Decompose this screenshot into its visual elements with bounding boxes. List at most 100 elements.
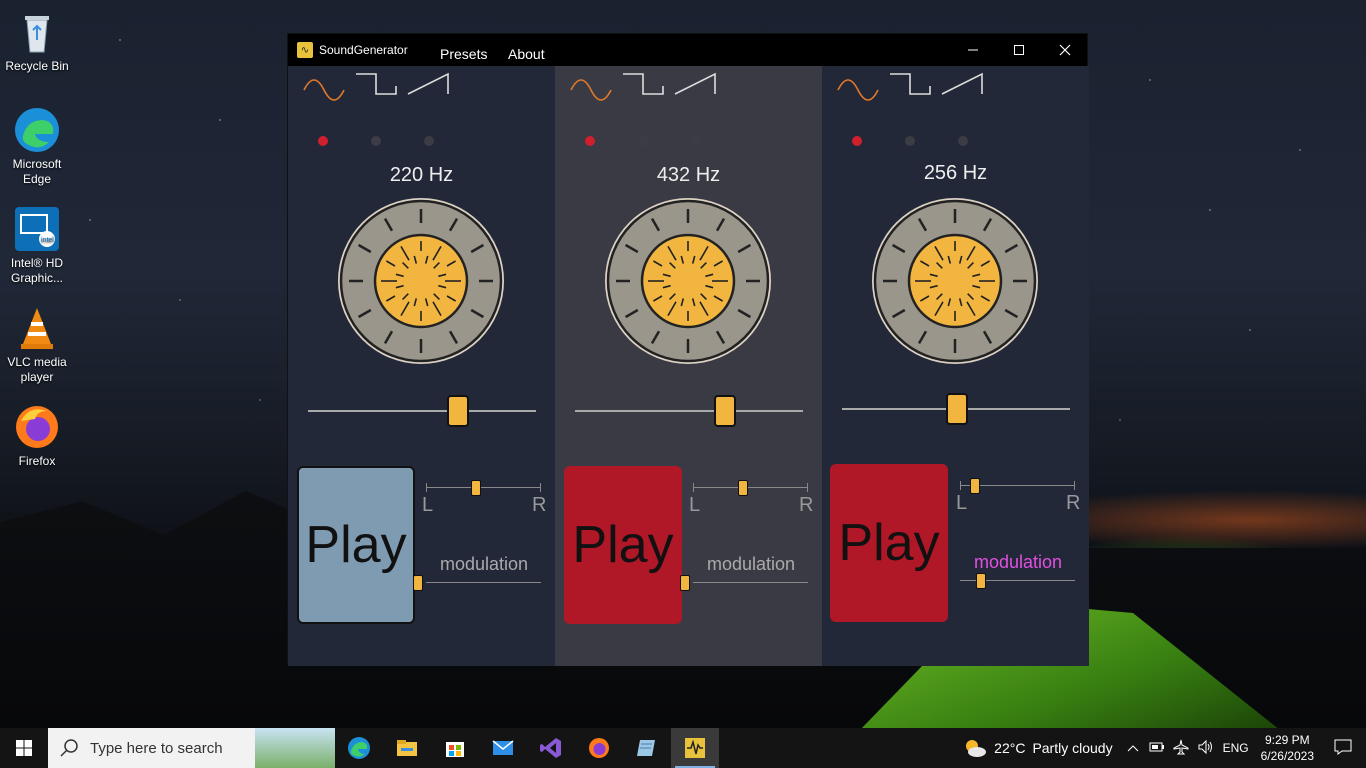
weather-widget[interactable]: 22°C Partly cloudy [962, 737, 1113, 759]
desktop-icon-label: Intel® HD [10, 256, 64, 270]
sine-wave-icon[interactable] [570, 79, 612, 101]
frequency-slider[interactable] [308, 391, 536, 431]
desktop-icon-vlc[interactable]: VLC media player [4, 304, 70, 385]
visual-studio-icon [540, 738, 561, 758]
desktop-icon-intel[interactable]: intel Intel® HD Graphic... [4, 205, 70, 286]
taskbar: Type here to search 22°C Partly cloudy E… [0, 728, 1366, 768]
frequency-knob[interactable] [336, 196, 506, 366]
balance-left-label: L [689, 494, 701, 516]
waveform-saw-indicator [424, 136, 434, 146]
balance-slider[interactable] [693, 468, 808, 508]
modulation-slider-thumb[interactable] [975, 573, 986, 589]
desktop-icon-label: VLC media [7, 355, 67, 369]
generator-panel-3: 256 Hz Play L R modulation [822, 66, 1089, 666]
frequency-slider-thumb[interactable] [446, 395, 469, 427]
play-button[interactable]: Play [830, 464, 948, 622]
soundgenerator-icon: ∿ [297, 42, 313, 58]
waveform-sine-indicator [318, 136, 328, 146]
window-title: SoundGenerator [319, 43, 408, 57]
modulation-slider-thumb[interactable] [680, 575, 690, 591]
generator-panel-1: 220 Hz Play L R modulation [288, 66, 555, 666]
taskbar-search[interactable]: Type here to search [48, 728, 335, 768]
play-button[interactable]: Play [564, 466, 682, 624]
sawtooth-wave-icon[interactable] [407, 72, 449, 95]
mail-icon [492, 740, 514, 755]
balance-slider[interactable] [960, 466, 1075, 506]
sine-wave-icon[interactable] [303, 79, 345, 101]
taskbar-notepad[interactable] [623, 728, 671, 768]
frequency-readout: 256 Hz [923, 162, 988, 184]
square-wave-icon[interactable] [623, 73, 664, 95]
balance-slider[interactable] [426, 468, 541, 508]
edge-icon [13, 106, 61, 154]
volume-icon[interactable] [1197, 739, 1213, 757]
desktop-icon-label: Firefox [18, 454, 56, 468]
minimize-button[interactable] [950, 34, 996, 66]
balance-slider-thumb[interactable] [470, 480, 481, 496]
modulation-slider[interactable] [960, 561, 1075, 601]
frequency-slider-track [575, 410, 803, 412]
waveform-saw-indicator [958, 136, 968, 146]
svg-text:intel: intel [41, 237, 54, 244]
title-bar[interactable]: ∿ SoundGenerator Presets About [288, 34, 1087, 66]
square-wave-icon[interactable] [890, 73, 931, 95]
taskbar-store[interactable] [431, 728, 479, 768]
square-wave-icon[interactable] [356, 73, 397, 95]
partly-cloudy-icon [966, 740, 987, 757]
desktop-icon-edge[interactable]: Microsoft Edge [4, 106, 70, 187]
frequency-slider-thumb[interactable] [713, 395, 736, 427]
balance-slider-track [693, 487, 808, 488]
waveform-selector [300, 68, 460, 108]
file-explorer-icon [397, 740, 417, 756]
taskbar-file-explorer[interactable] [383, 728, 431, 768]
taskbar-edge[interactable] [335, 728, 383, 768]
taskbar-firefox[interactable] [575, 728, 623, 768]
frequency-slider-thumb[interactable] [946, 393, 969, 425]
clock[interactable]: 9:29 PM 6/26/2023 [1261, 732, 1314, 764]
start-button[interactable] [0, 728, 48, 768]
frequency-slider[interactable] [575, 391, 803, 431]
system-tray: 22°C Partly cloudy ENG 9:29 PM 6/26/2023 [962, 728, 1366, 768]
frequency-slider[interactable] [842, 389, 1070, 429]
waveform-sine-indicator [585, 136, 595, 146]
sine-wave-icon[interactable] [837, 79, 879, 101]
language-indicator[interactable]: ENG [1223, 741, 1249, 755]
firefox-icon [13, 403, 61, 451]
sawtooth-wave-icon[interactable] [674, 72, 716, 95]
modulation-slider[interactable] [413, 563, 541, 603]
menu-about[interactable]: About [508, 46, 545, 62]
vlc-icon [13, 304, 61, 352]
play-button[interactable]: Play [297, 466, 415, 624]
windows-icon [16, 740, 32, 756]
notifications-icon[interactable] [1334, 739, 1352, 758]
search-placeholder: Type here to search [90, 739, 223, 757]
balance-right-label: R [1066, 492, 1081, 514]
balance-slider-thumb[interactable] [970, 478, 980, 494]
battery-icon[interactable] [1149, 741, 1165, 756]
frequency-knob[interactable] [870, 196, 1040, 366]
waveform-saw-indicator [691, 136, 701, 146]
frequency-slider-track [308, 410, 536, 412]
taskbar-visual-studio[interactable] [527, 728, 575, 768]
balance-left-label: L [956, 492, 968, 514]
balance-slider-thumb[interactable] [737, 480, 748, 496]
chevron-up-icon[interactable] [1127, 741, 1139, 756]
sawtooth-wave-icon[interactable] [941, 72, 983, 95]
store-icon [446, 742, 464, 757]
frequency-knob[interactable] [603, 196, 773, 366]
airplane-mode-icon[interactable] [1173, 739, 1189, 758]
balance-left-label: L [422, 494, 434, 516]
modulation-slider-thumb[interactable] [413, 575, 423, 591]
intel-graphics-icon: intel [13, 205, 61, 253]
taskbar-mail[interactable] [479, 728, 527, 768]
waveform-selector [834, 68, 994, 108]
desktop-icon-firefox[interactable]: Firefox [4, 403, 70, 469]
waveform-sine-indicator [852, 136, 862, 146]
desktop-icon-label: Graphic... [10, 271, 64, 285]
modulation-slider[interactable] [680, 563, 808, 603]
maximize-button[interactable] [996, 34, 1042, 66]
taskbar-soundgenerator[interactable] [671, 728, 719, 768]
desktop-icon-recycle-bin[interactable]: Recycle Bin [4, 8, 70, 74]
close-button[interactable] [1042, 34, 1088, 66]
menu-presets[interactable]: Presets [440, 46, 487, 62]
